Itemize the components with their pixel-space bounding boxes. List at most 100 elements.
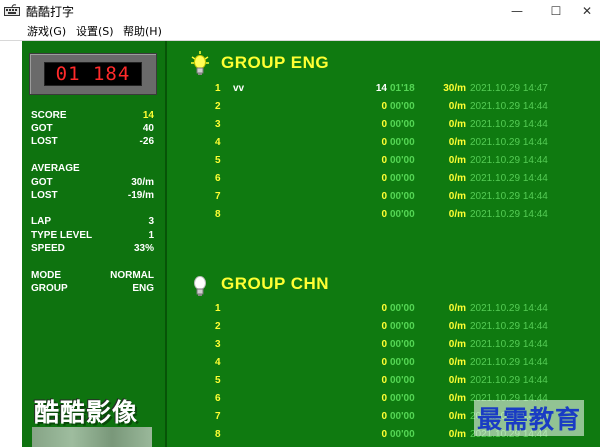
- speed-cell: 0/m: [448, 101, 466, 112]
- rank-cell: 5: [215, 155, 221, 166]
- table-row: 3 0 00'00 0/m 2021.10.29 14:44: [22, 339, 600, 357]
- group-value: ENG: [132, 283, 154, 294]
- score-cell: 14: [375, 83, 387, 94]
- time-cell: 00'00: [390, 393, 415, 404]
- rank-cell: 5: [215, 375, 221, 386]
- score-cell: 0: [381, 393, 387, 404]
- speed-label: SPEED: [31, 243, 65, 254]
- rank-cell: 1: [215, 303, 221, 314]
- rank-cell: 7: [215, 191, 221, 202]
- rank-cell: 7: [215, 411, 221, 422]
- score-cell: 0: [381, 173, 387, 184]
- date-cell: 2021.10.29 14:44: [470, 375, 548, 386]
- speed-cell: 0/m: [448, 357, 466, 368]
- rank-cell: 1: [215, 83, 221, 94]
- date-cell: 2021.10.29 14:47: [470, 83, 548, 94]
- type-level-label: TYPE LEVEL: [31, 230, 93, 241]
- speed-cell: 30/m: [443, 83, 466, 94]
- table-row: 4 0 00'00 0/m 2021.10.29 14:44: [22, 357, 600, 375]
- table-row: 2 0 00'00 0/m 2021.10.29 14:44: [22, 321, 600, 339]
- time-cell: 00'00: [390, 429, 415, 440]
- speed-cell: 0/m: [448, 303, 466, 314]
- table-row: 3 0 00'00 0/m 2021.10.29 14:44: [22, 119, 600, 137]
- score-cell: 0: [381, 191, 387, 202]
- time-cell: 00'00: [390, 375, 415, 386]
- score-cell: 0: [381, 339, 387, 350]
- menu-bar: 游戏(G) 设置(S) 帮助(H): [0, 22, 600, 41]
- date-cell: 2021.10.29 14:44: [470, 339, 548, 350]
- table-row: 5 0 00'00 0/m 2021.10.29 14:44: [22, 375, 600, 393]
- name-cell: vv: [233, 83, 245, 94]
- window-title: 酷酷打字: [26, 5, 75, 19]
- close-button[interactable]: ✕: [572, 2, 600, 20]
- rank-cell: 8: [215, 209, 221, 220]
- date-cell: 2021.10.29 14:44: [470, 155, 548, 166]
- rank-cell: 8: [215, 429, 221, 440]
- table-row: 6 0 00'00 0/m 2021.10.29 14:44: [22, 173, 600, 191]
- menu-help[interactable]: 帮助(H): [123, 23, 162, 39]
- group-label: GROUP: [31, 283, 68, 294]
- type-level-value: 1: [148, 230, 154, 241]
- rank-cell: 3: [215, 119, 221, 130]
- table-row: 4 0 00'00 0/m 2021.10.29 14:44: [22, 137, 600, 155]
- lightbulb-off-icon: [194, 276, 206, 296]
- date-cell: 2021.10.29 14:44: [470, 137, 548, 148]
- score-cell: 0: [381, 119, 387, 130]
- speed-cell: 0/m: [448, 119, 466, 130]
- speed-cell: 0/m: [448, 411, 466, 422]
- time-cell: 01'18: [390, 83, 415, 94]
- maximize-button[interactable]: ☐: [541, 2, 571, 20]
- score-cell: 0: [381, 321, 387, 332]
- menu-game[interactable]: 游戏(G): [27, 23, 66, 39]
- date-cell: 2021.10.29 14:44: [470, 357, 548, 368]
- minimize-button[interactable]: —: [502, 2, 532, 20]
- group-eng-title: GROUP ENG: [221, 53, 330, 72]
- score-cell: 0: [381, 357, 387, 368]
- date-cell: 2021.10.29 14:44: [470, 209, 548, 220]
- time-cell: 00'00: [390, 155, 415, 166]
- time-cell: 00'00: [390, 339, 415, 350]
- speed-cell: 0/m: [448, 393, 466, 404]
- mode-label: MODE: [31, 270, 61, 281]
- lightbulb-on-icon: [191, 51, 209, 75]
- speed-cell: 0/m: [448, 191, 466, 202]
- table-row: 5 0 00'00 0/m 2021.10.29 14:44: [22, 155, 600, 173]
- table-row: 1 vv 14 01'18 30/m 2021.10.29 14:47: [22, 83, 600, 101]
- time-cell: 00'00: [390, 209, 415, 220]
- speed-cell: 0/m: [448, 137, 466, 148]
- rank-cell: 2: [215, 101, 221, 112]
- table-row: 8 000'00 0/m 2021.10.29 14:44: [22, 209, 600, 227]
- date-cell: 2021.10.29 14:44: [470, 173, 548, 184]
- score-cell: 0: [381, 303, 387, 314]
- table-row: 1 0 00'00 0/m 2021.10.29 14:44: [22, 303, 600, 321]
- time-cell: 00'00: [390, 303, 415, 314]
- table-row: 7 000'00 0/m 2021.10.29 14:44: [22, 191, 600, 209]
- speed-cell: 0/m: [448, 209, 466, 220]
- time-cell: 00'00: [390, 137, 415, 148]
- rank-cell: 2: [215, 321, 221, 332]
- score-cell: 0: [381, 375, 387, 386]
- score-cell: 0: [381, 411, 387, 422]
- rank-cell: 6: [215, 393, 221, 404]
- date-cell: 2021.10.29 14:44: [470, 191, 548, 202]
- time-cell: 00'00: [390, 321, 415, 332]
- group-chn-title: GROUP CHN: [221, 274, 330, 293]
- time-cell: 00'00: [390, 357, 415, 368]
- game-area: 01 184 SCORE 14 GOT 40 LOST -26 AVERAGE …: [22, 41, 600, 447]
- score-cell: 0: [381, 137, 387, 148]
- rank-cell: 6: [215, 173, 221, 184]
- score-cell: 0: [381, 155, 387, 166]
- speed-cell: 0/m: [448, 429, 466, 440]
- score-cell: 0: [381, 209, 387, 220]
- keyboard-icon: [4, 4, 20, 16]
- rank-cell: 4: [215, 137, 221, 148]
- date-cell: 2021.10.29 14:44: [470, 303, 548, 314]
- speed-cell: 0/m: [448, 321, 466, 332]
- watermark: 最需教育: [474, 400, 585, 436]
- score-cell: 0: [381, 429, 387, 440]
- time-cell: 00'00: [390, 173, 415, 184]
- date-cell: 2021.10.29 14:44: [470, 119, 548, 130]
- menu-settings[interactable]: 设置(S): [76, 23, 114, 39]
- score-cell: 0: [381, 101, 387, 112]
- speed-cell: 0/m: [448, 155, 466, 166]
